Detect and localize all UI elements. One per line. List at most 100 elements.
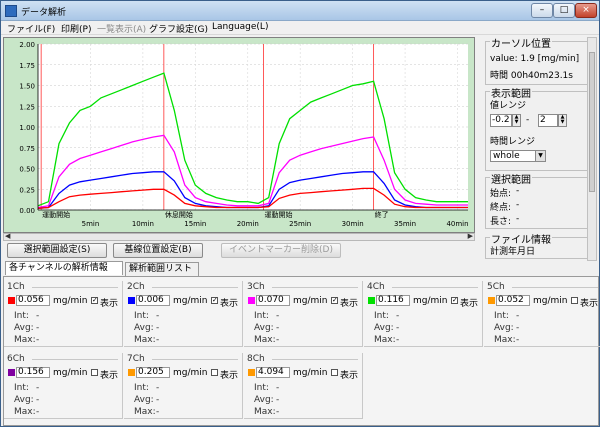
show-checkbox[interactable] [91,369,98,376]
event-marker-label: 運動開始 [264,210,292,219]
channel-value-field[interactable]: 0.006 [136,295,170,306]
file-info-group: ファイル情報 計測年月日 [485,231,589,259]
show-label: 表示 [340,371,359,381]
minimize-button[interactable]: – [531,3,553,18]
show-checkbox[interactable]: ✓ [331,297,338,304]
show-checkbox[interactable]: ✓ [211,297,218,304]
plot-area[interactable]: 2.00 1.75 1.50 1.25 1.00 0.75 0.50 0.25 0.00 5min… [3,37,475,233]
int-value: - [276,383,280,393]
start-label: 始点: [490,189,512,199]
scroll-thumb[interactable] [589,52,595,192]
max-stat: Max: - [14,407,39,417]
range-dash: - [526,115,530,125]
menu-file[interactable]: ファイル(F) [7,22,55,35]
chevron-down-icon[interactable]: ▼ [535,151,545,161]
horizontal-scrollbar[interactable]: ◀ ▶ [3,232,475,241]
channel-title: 1Ch [7,282,25,292]
select-range-button[interactable]: 選択範囲設定(S) [7,243,107,258]
channel-value-field[interactable]: 0.056 [16,295,50,306]
channel-value-field[interactable]: 0.116 [376,295,410,306]
menu-graph-settings[interactable]: グラフ設定(G) [149,22,208,35]
max-stat: Max: - [254,335,279,345]
baseline-button[interactable]: 基線位置設定(B) [113,243,203,258]
x-tick-label: 25min [289,220,311,228]
cursor-value: value: 1.9 [mg/min] [490,54,580,64]
avg-value: - [156,323,160,333]
max-stat: Max: - [494,335,519,345]
avg-value: - [276,395,280,405]
menu-list-view[interactable]: 一覧表示(A) [97,22,146,35]
delete-marker-button[interactable]: イベントマーカー削除(D) [221,243,341,258]
avg-label: Avg: [254,323,274,333]
range-min-spinner[interactable]: ▲ ▼ [512,114,521,127]
max-label: Max: [14,335,36,345]
side-panel: カーソル位置 value: 1.9 [mg/min] 時間 00h40m23.1… [485,35,597,261]
show-checkbox[interactable]: ✓ [451,297,458,304]
menu-print[interactable]: 印刷(P) [61,22,91,35]
channel-value-field[interactable]: 4.094 [256,367,290,378]
range-max-input[interactable]: 2 [538,114,558,127]
int-label: Int: [254,311,269,321]
close-button[interactable]: × [575,3,597,18]
avg-label: Avg: [134,323,154,333]
range-min-input[interactable]: -0.2 [490,114,512,127]
channel-unit: mg/min [533,296,568,306]
channel-title: 4Ch [367,282,385,292]
show-label: 表示 [460,299,479,309]
max-stat: Max: - [374,335,400,345]
y-tick-label: 1.50 [19,83,35,91]
avg-label: Avg: [14,395,34,405]
channel-title: 5Ch [487,282,505,292]
divider [272,287,358,288]
y-tick-label: 0.25 [19,186,35,194]
scroll-right-icon[interactable]: ▶ [468,232,473,240]
show-checkbox[interactable]: ✓ [91,297,98,304]
x-tick-label: 5min [82,220,100,228]
end-value: - [516,200,520,210]
y-tick-label: 1.00 [19,124,35,132]
avg-value: - [276,323,280,333]
y-tick-label: 0.00 [19,207,35,215]
start-value: - [516,186,520,196]
tab-channel-info[interactable]: 各チャンネルの解析情報 [5,261,123,275]
divider [512,287,598,288]
max-stat: Max: - [254,407,279,417]
show-label: 表示 [220,371,239,381]
x-tick-label: 35min [394,220,416,228]
channel-value-field[interactable]: 0.052 [496,295,530,306]
y-tick-label: 0.50 [19,166,35,174]
int-stat: Int: - [254,311,279,321]
x-tick-label: 40min [446,220,468,228]
scroll-left-icon[interactable]: ◀ [5,232,10,240]
value-range-label: 値レンジ [490,101,527,111]
channel-value-field[interactable]: 0.070 [256,295,290,306]
tab-range-list[interactable]: 解析範囲リスト [125,262,199,276]
x-tick-label: 15min [184,220,206,228]
side-scrollbar[interactable] [587,37,597,261]
channel-unit: mg/min [413,296,448,306]
max-value: - [156,407,160,417]
show-checkbox[interactable] [331,369,338,376]
x-tick-label: 30min [342,220,364,228]
time-range-select[interactable]: whole ▼ [490,150,546,162]
channel-box: 8Ch 4.094 mg/min 表示 Int: - Avg: - Max: - [244,353,363,419]
range-max-spinner[interactable]: ▲ ▼ [558,114,567,127]
show-checkbox[interactable] [571,297,578,304]
avg-stat: Avg: - [254,323,279,333]
max-label: Max: [494,335,516,345]
maximize-button[interactable]: □ [553,3,575,18]
cursor-time: 時間 00h40m23.1s [490,71,573,81]
channel-value-field[interactable]: 0.156 [16,367,50,378]
channel-box: 1Ch 0.056 mg/min ✓ 表示 Int: - Avg: - Max: - [4,281,123,347]
channel-unit: mg/min [293,296,328,306]
channel-value-field[interactable]: 0.205 [136,367,170,378]
int-value: - [36,311,40,321]
menu-language[interactable]: Language(L) [212,22,268,32]
avg-stat: Avg: - [14,395,39,405]
max-label: Max: [254,335,276,345]
line-chart[interactable]: 2.00 1.75 1.50 1.25 1.00 0.75 0.50 0.25 0.00 5min… [4,38,474,232]
main-window: データ解析 – □ × ファイル(F) 印刷(P) 一覧表示(A) グラフ設定(… [0,0,600,427]
show-checkbox[interactable] [211,369,218,376]
max-value: - [396,335,400,345]
channel-box: 5Ch 0.052 mg/min 表示 Int: - Avg: - Max: - [484,281,600,347]
